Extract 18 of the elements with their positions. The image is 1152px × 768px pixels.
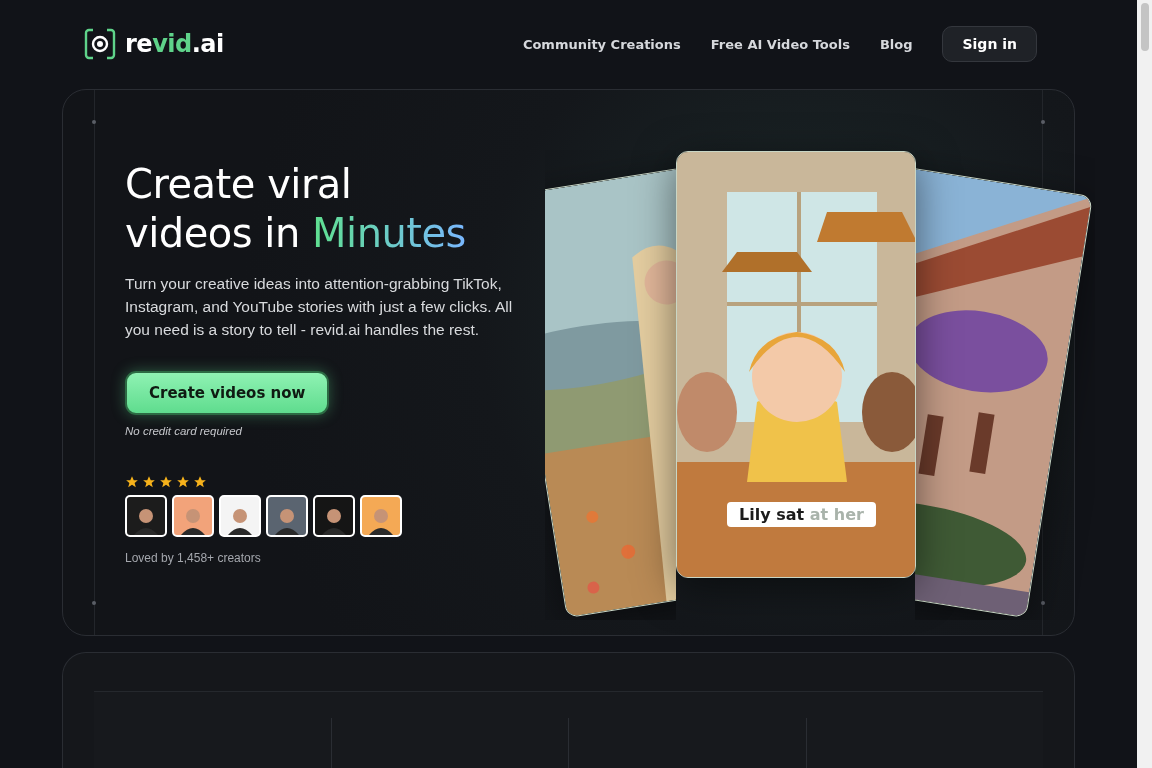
star-icon xyxy=(176,474,190,489)
nav-link[interactable]: Blog xyxy=(879,36,913,52)
cta-note: No credit card required xyxy=(125,424,243,437)
create-videos-button[interactable]: Create videos now xyxy=(125,370,330,415)
star-icon xyxy=(142,474,156,489)
star-icon xyxy=(193,474,207,489)
star-icon xyxy=(125,474,139,489)
star-icon xyxy=(159,474,173,489)
scrollbar-thumb[interactable] xyxy=(1140,3,1149,51)
logo-text[interactable]: revid.ai xyxy=(125,30,224,59)
nav-link[interactable]: Free AI Video Tools xyxy=(710,36,850,52)
sign-in-button[interactable]: Sign in xyxy=(942,26,1037,63)
nav-link[interactable]: Community Creations xyxy=(522,36,681,52)
hero-description: Turn your creative ideas into attention-grabbing TikTok, Instagram, and YouTube stories with just a few clicks. All you need is a story to tell - revid.ai handles the rest. xyxy=(125,273,514,340)
video-card[interactable]: Lily sat at her xyxy=(676,150,916,578)
video-caption: Lily sat at her xyxy=(727,501,876,527)
logo-icon xyxy=(84,28,116,61)
social-proof: Loved by 1,458+ creators xyxy=(125,550,262,565)
